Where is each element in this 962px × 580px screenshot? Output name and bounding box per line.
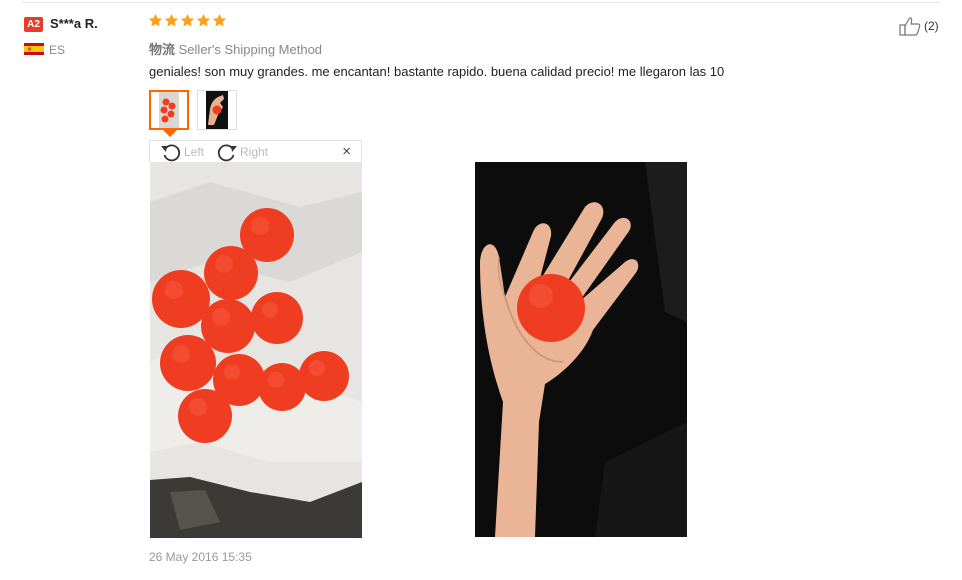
shipping-label: Seller's Shipping Method — [178, 42, 323, 57]
rating-stars — [148, 13, 227, 28]
shipping-method: 物流 Seller's Shipping Method — [149, 39, 322, 58]
rotate-right-icon — [217, 144, 237, 162]
hand-ball-thumbnail-image — [198, 91, 236, 129]
review-date: 26 May 2016 15:35 — [149, 550, 252, 564]
close-icon[interactable]: × — [342, 144, 351, 159]
rotate-right-button[interactable]: Right — [216, 142, 268, 162]
photo-thumbnail-2[interactable] — [197, 90, 237, 130]
rotate-right-label: Right — [240, 145, 269, 159]
review-comment: geniales! son muy grandes. me encantan! … — [149, 64, 725, 79]
helpful-button[interactable]: (2) — [899, 16, 939, 36]
thumbs-up-icon — [899, 17, 921, 36]
star-icon — [164, 13, 179, 27]
star-icon — [148, 13, 163, 27]
star-icon — [196, 13, 211, 27]
shipping-cn-label: 物流 — [149, 42, 176, 57]
photo-thumbnail-1[interactable] — [149, 90, 189, 130]
level-badge: A2 — [24, 17, 43, 32]
active-thumbnail-indicator — [163, 130, 177, 137]
reviewer-name: S***a R. — [50, 16, 98, 31]
spain-flag-icon — [24, 43, 44, 55]
divider — [22, 2, 940, 3]
red-balls-thumbnail-image — [151, 92, 187, 128]
rotate-left-icon — [161, 144, 181, 162]
photo-viewer-toolbar: Left Right × — [149, 140, 362, 162]
review-photo-ball-in-hand[interactable] — [475, 162, 687, 537]
reviewer-country: ES — [49, 43, 66, 57]
star-icon — [212, 13, 227, 27]
review-photo-red-balls[interactable] — [150, 162, 362, 538]
star-icon — [180, 13, 195, 27]
rotate-left-button[interactable]: Left — [160, 142, 204, 162]
helpful-count: (2) — [924, 19, 939, 33]
rotate-left-label: Left — [184, 145, 205, 159]
